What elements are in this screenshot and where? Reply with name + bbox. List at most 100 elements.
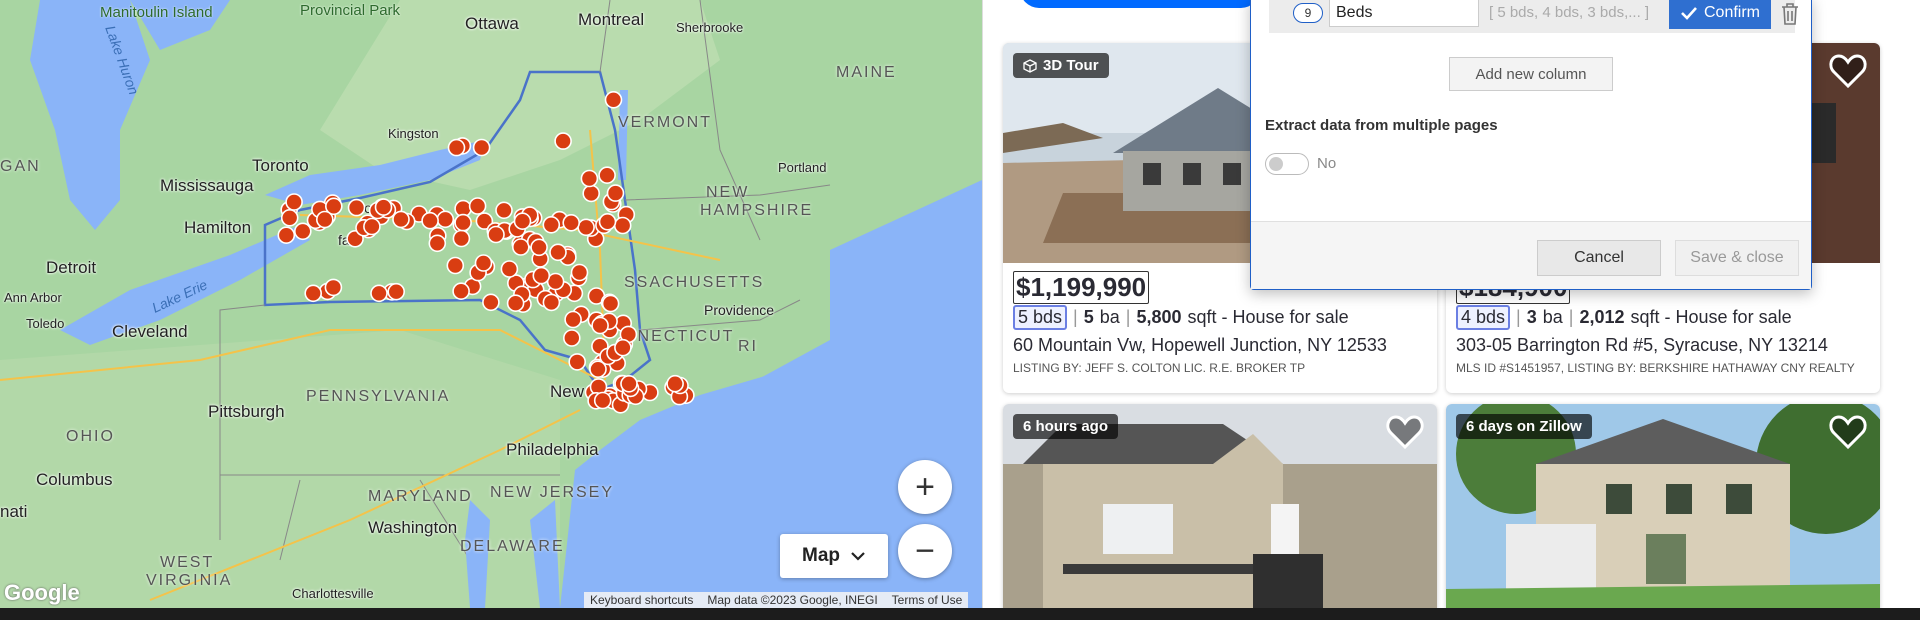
listing-marker[interactable]: [620, 374, 638, 393]
confirm-button[interactable]: Confirm: [1669, 0, 1771, 29]
taskbar: [0, 608, 1920, 620]
listing-card[interactable]: 6 days on Zillow: [1446, 404, 1880, 614]
listing-marker[interactable]: [582, 184, 601, 203]
listing-marker[interactable]: [472, 138, 491, 157]
listing-marker[interactable]: [446, 256, 465, 275]
separator: |: [1516, 307, 1521, 327]
listing-marker[interactable]: [363, 217, 381, 236]
add-column-button[interactable]: Add new column: [1449, 57, 1613, 91]
listing-marker[interactable]: [568, 353, 587, 371]
scrollbar[interactable]: [1896, 0, 1920, 608]
cancel-button[interactable]: Cancel: [1537, 240, 1661, 276]
listing-marker[interactable]: [598, 166, 616, 184]
listing-marker[interactable]: [606, 184, 625, 202]
sample-values: [ 5 bds, 4 bds, 3 bds,... ]: [1489, 4, 1650, 21]
listing-marker[interactable]: [293, 222, 312, 241]
listing-marker[interactable]: [304, 284, 323, 303]
listing-marker[interactable]: [285, 193, 303, 211]
listing-marker[interactable]: [495, 201, 513, 220]
listing-marker[interactable]: [447, 138, 466, 157]
listing-marker[interactable]: [500, 260, 519, 278]
column-name-input[interactable]: [1329, 0, 1479, 27]
extract-pages-label: Extract data from multiple pages: [1265, 117, 1498, 134]
listing-marker[interactable]: [315, 210, 334, 229]
delete-column-button[interactable]: [1775, 0, 1805, 29]
listing-marker[interactable]: [591, 316, 609, 335]
listing-marker[interactable]: [428, 234, 447, 253]
listing-marker[interactable]: [601, 294, 620, 313]
listing-marker[interactable]: [387, 282, 406, 301]
sqft-value: 5,800: [1136, 307, 1182, 327]
listing-marker[interactable]: [482, 293, 500, 312]
search-button[interactable]: [1020, 0, 1260, 8]
listing-marker[interactable]: [564, 310, 582, 329]
listing-marker[interactable]: [513, 212, 532, 230]
listing-marker[interactable]: [554, 132, 572, 150]
listing-photo[interactable]: 6 hours ago: [1003, 404, 1437, 614]
listing-marker[interactable]: [454, 213, 472, 232]
map-data-text: Map data ©2023 Google, INEGI: [707, 593, 878, 607]
listing-marker[interactable]: [613, 216, 632, 235]
listing-marker[interactable]: [280, 209, 299, 227]
badge-label: 3D Tour: [1043, 57, 1099, 74]
listing-marker[interactable]: [511, 238, 530, 256]
listing-marker[interactable]: [666, 374, 684, 393]
heart-icon[interactable]: [1828, 412, 1868, 452]
listing-marker[interactable]: [530, 238, 548, 257]
listing-marker[interactable]: [370, 284, 388, 303]
multi-page-toggle[interactable]: [1265, 153, 1309, 175]
terms-link[interactable]: Terms of Use: [892, 593, 963, 607]
map-type-label: Map: [802, 545, 840, 566]
map-type-button[interactable]: Map: [780, 534, 888, 578]
map-panel[interactable]: Manitoulin Island Provincial Park Ottawa…: [0, 0, 982, 608]
listing-marker[interactable]: [577, 218, 595, 237]
listing-price: $1,199,990: [1013, 271, 1150, 304]
listing-marker[interactable]: [580, 169, 599, 188]
listing-marker[interactable]: [598, 213, 617, 231]
badge-label: 6 hours ago: [1023, 418, 1109, 435]
listing-marker[interactable]: [421, 211, 439, 230]
sqft-type: sqft - House for sale: [1630, 307, 1792, 327]
listing-card[interactable]: 6 hours ago: [1003, 404, 1437, 614]
listing-marker[interactable]: [532, 266, 551, 285]
listing-marker[interactable]: [506, 294, 525, 313]
beds-value: 5 bds: [1013, 305, 1068, 330]
column-config-dialog: 9 [ 5 bds, 4 bds, 3 bds,... ] Confirm Ad…: [1250, 0, 1812, 290]
listing-badge: 6 hours ago: [1013, 414, 1119, 439]
listing-address[interactable]: 60 Mountain Vw, Hopewell Junction, NY 12…: [1013, 335, 1387, 356]
listing-markers[interactable]: [0, 0, 982, 608]
listing-marker[interactable]: [604, 91, 623, 109]
listing-marker[interactable]: [468, 197, 487, 215]
listing-by: MLS ID #S1451957, LISTING BY: BERKSHIRE …: [1456, 361, 1855, 375]
listing-marker[interactable]: [542, 216, 561, 234]
map-attribution: Keyboard shortcuts Map data ©2023 Google…: [584, 592, 969, 608]
listing-marker[interactable]: [593, 391, 612, 410]
listing-marker[interactable]: [347, 198, 366, 217]
zoom-out-button[interactable]: −: [898, 524, 952, 578]
listing-marker[interactable]: [589, 360, 607, 379]
listing-marker[interactable]: [374, 198, 393, 216]
zoom-in-button[interactable]: +: [898, 460, 952, 514]
listing-marker[interactable]: [277, 226, 296, 244]
heart-icon[interactable]: [1828, 51, 1868, 91]
heart-icon[interactable]: [1385, 412, 1425, 452]
chevron-down-icon: [851, 552, 865, 561]
listing-marker[interactable]: [542, 293, 561, 312]
listing-marker[interactable]: [487, 225, 505, 244]
listing-marker[interactable]: [562, 214, 581, 232]
listing-marker[interactable]: [614, 338, 632, 357]
save-close-button[interactable]: Save & close: [1675, 240, 1799, 276]
listing-marker[interactable]: [436, 210, 455, 229]
listing-photo[interactable]: 6 days on Zillow: [1446, 404, 1880, 614]
keyboard-shortcuts-link[interactable]: Keyboard shortcuts: [590, 593, 693, 607]
listing-address[interactable]: 303-05 Barrington Rd #5, Syracuse, NY 13…: [1456, 335, 1828, 356]
listing-marker[interactable]: [324, 278, 343, 297]
listing-marker[interactable]: [549, 243, 567, 262]
listing-marker[interactable]: [562, 329, 581, 347]
listing-marker[interactable]: [452, 282, 470, 301]
listing-marker[interactable]: [392, 210, 410, 229]
listing-marker[interactable]: [570, 263, 589, 282]
listing-marker[interactable]: [474, 254, 493, 272]
google-logo: Google: [4, 580, 80, 605]
listing-marker[interactable]: [452, 229, 471, 248]
